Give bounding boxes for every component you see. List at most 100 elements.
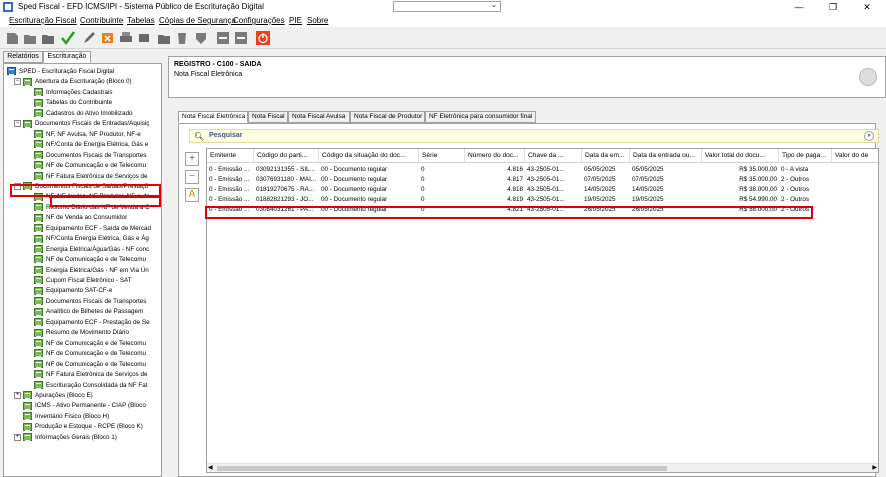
print-icon[interactable] [119, 31, 133, 45]
tree-node[interactable]: Documentos Fiscais de Transportes [34, 150, 146, 161]
tree-node[interactable]: Analítico de Bilhetes de Passagem [34, 307, 143, 317]
tree-node[interactable]: Cupom Fiscal Eletrônico - SAT [34, 276, 132, 286]
menu-contribuinte[interactable]: Contribuinte [80, 16, 123, 25]
table-cell[interactable]: 0 [419, 205, 465, 214]
table-cell[interactable]: 2 - Outros [779, 195, 832, 204]
table-cell[interactable]: 03092131355 - SIL... [254, 165, 319, 174]
table-cell[interactable] [832, 195, 878, 204]
table-cell[interactable]: 14/05/2025 [582, 185, 630, 194]
table-cell[interactable]: 0 [419, 175, 465, 184]
tab-nota-fiscal[interactable]: Nota Fiscal [248, 111, 288, 123]
tree-node[interactable]: NF Fatura Eletrônica de Serviços de [34, 370, 148, 380]
table-cell[interactable]: R$ 38.000,00 [702, 185, 779, 194]
tree-node[interactable]: Energia Elétrica/Gás - NF em Via Ún [34, 265, 149, 276]
minimize-button[interactable]: — [792, 1, 806, 13]
scrollbar-thumb[interactable] [217, 466, 667, 471]
tree-node[interactable]: NF de Comunicação e de Telecomu [34, 339, 146, 349]
table-cell[interactable]: 00 - Documento regular [319, 195, 419, 204]
table-cell[interactable]: R$ 35.000,00 [702, 175, 779, 184]
validate-check-icon[interactable] [61, 31, 75, 45]
shield-icon[interactable] [194, 31, 208, 45]
table-cell[interactable]: 4.816 [465, 165, 525, 174]
table-cell[interactable]: 0 - Emissão ... [207, 205, 254, 214]
expand-icon[interactable]: + [14, 433, 21, 441]
chevron-down-icon[interactable]: » [864, 131, 874, 141]
open-folder-icon[interactable] [41, 31, 55, 45]
table-cell[interactable]: 0 [419, 195, 465, 204]
tree-node[interactable]: NF/Conta de Energia Elétrica, Gás e [34, 140, 148, 150]
table-cell[interactable]: 00 - Documento regular [319, 185, 419, 194]
tab-nota-fiscal-eletronica[interactable]: Nota Fiscal Eletrônica [178, 111, 248, 123]
tree-node[interactable]: Resumo Diário das NF de Venda a C [34, 203, 150, 213]
collapse-icon[interactable] [216, 31, 230, 45]
table-cell[interactable]: 43-2505-01... [525, 195, 582, 204]
table-cell[interactable]: 01882821293 - JO... [254, 195, 319, 204]
table-cell[interactable]: 03084031261 - PA... [254, 205, 319, 214]
collapse-icon[interactable]: − [14, 78, 21, 86]
table-cell[interactable]: 4.818 [465, 185, 525, 194]
expand-icon[interactable]: + [14, 391, 21, 399]
search-bar[interactable]: 🔍︎ Pesquisar » [189, 129, 879, 143]
table-cell[interactable]: 0 - Emissão ... [207, 175, 254, 184]
tree-node[interactable]: + Apurações (Bloco E) [14, 391, 93, 401]
receipt-icon[interactable] [175, 31, 189, 45]
scroll-left-icon[interactable]: ◀ [208, 464, 213, 472]
tree-node[interactable]: Produção e Estoque - RCPE (Bloco K) [14, 422, 143, 432]
tree-node[interactable]: − Documentos Fiscais de Saídas/Prestaçõ [14, 182, 148, 192]
table-cell[interactable]: 2 - Outros [779, 205, 832, 214]
scroll-right-icon[interactable]: ▶ [872, 464, 877, 472]
tree-node[interactable]: ICMS - Ativo Permanente - CIAP (Bloco [14, 401, 146, 411]
table-cell[interactable]: 01819270675 - RA... [254, 185, 319, 194]
table-cell[interactable]: 0 [419, 165, 465, 174]
table-cell[interactable]: 4.821 [465, 205, 525, 214]
table-cell[interactable]: 4.819 [465, 195, 525, 204]
table-cell[interactable]: 19/05/2025 [582, 195, 630, 204]
remove-button[interactable]: − [185, 170, 199, 184]
table-cell[interactable]: 05/05/2025 [630, 165, 702, 174]
table-cell[interactable]: 07/05/2025 [630, 175, 702, 184]
tab-nota-fiscal-produtor[interactable]: Nota Fiscal de Produtor [350, 111, 425, 123]
edit-button[interactable]: A [185, 188, 199, 202]
table-cell[interactable] [832, 205, 878, 214]
column-header[interactable]: Tipo de paga... [779, 149, 832, 163]
transmit-icon[interactable] [157, 31, 171, 45]
tab-escrituracao[interactable]: Escrituração [43, 51, 91, 63]
edit-pencil-icon[interactable] [82, 31, 96, 45]
table-cell[interactable]: 2 - Outros [779, 175, 832, 184]
tab-nota-fiscal-avulsa[interactable]: Nota Fiscal Avulsa [288, 111, 350, 123]
table-cell[interactable]: 4.817 [465, 175, 525, 184]
collapse-icon[interactable]: − [14, 120, 21, 128]
menu-pie[interactable]: PIE [289, 16, 302, 25]
collapse-icon[interactable]: − [14, 182, 21, 190]
open-file-icon[interactable] [23, 31, 37, 45]
table-cell[interactable]: 0 - Emissão ... [207, 165, 254, 174]
tree-node[interactable]: SPED - Escrituração Fiscal Digital [7, 67, 114, 77]
tree-node[interactable]: Informações Cadastrais [34, 88, 113, 98]
tree-node[interactable]: NF de Comunicação e de Telecomu [34, 255, 146, 265]
tree-node[interactable]: Documentos Fiscais de Transportes [34, 297, 146, 307]
table-cell[interactable] [832, 175, 878, 184]
menu-configuracoes[interactable]: Configurações [233, 16, 285, 25]
menu-copias-seguranca[interactable]: Cópias de Segurança [159, 16, 236, 25]
menu-escrituracao-fiscal[interactable]: Escrituração Fiscal [9, 16, 77, 25]
tree-node[interactable]: Tabelas do Contribuinte [34, 98, 112, 108]
column-header[interactable]: Código do parti... [254, 149, 319, 163]
horizontal-scrollbar[interactable]: ◀ ▶ [207, 463, 878, 472]
tree-node[interactable]: Escrituração Consolidada da NF Fat [34, 380, 148, 391]
tree-node[interactable]: NF de Comunicação e de Telecomu [34, 349, 146, 359]
tree-node[interactable]: NF, NF Avulsa, NF Produtor, NF-e [34, 130, 141, 140]
table-cell[interactable] [832, 165, 878, 174]
tree-node[interactable]: NF de Venda ao Consumidor [34, 213, 127, 223]
tab-nf-eletronica-consumidor[interactable]: NF Eletrônica para consumidor final [425, 111, 536, 123]
add-button[interactable]: + [185, 152, 199, 166]
tree-node[interactable]: − Abertura da Escrituração (Bloco 0) [14, 77, 132, 87]
close-button[interactable]: ✕ [860, 1, 874, 13]
table-cell[interactable]: 03076931180 - MAI... [254, 175, 319, 184]
exit-power-icon[interactable] [256, 31, 270, 45]
column-header[interactable]: Código da situação do doc... [319, 149, 419, 163]
restore-button[interactable]: ❐ [826, 1, 840, 13]
table-cell[interactable]: 05/05/2025 [582, 165, 630, 174]
column-header[interactable]: Número do doc... [465, 149, 525, 163]
tree-node[interactable]: Energia Elétrica/Água/Gás - NF conc [34, 244, 149, 255]
table-cell[interactable] [832, 185, 878, 194]
